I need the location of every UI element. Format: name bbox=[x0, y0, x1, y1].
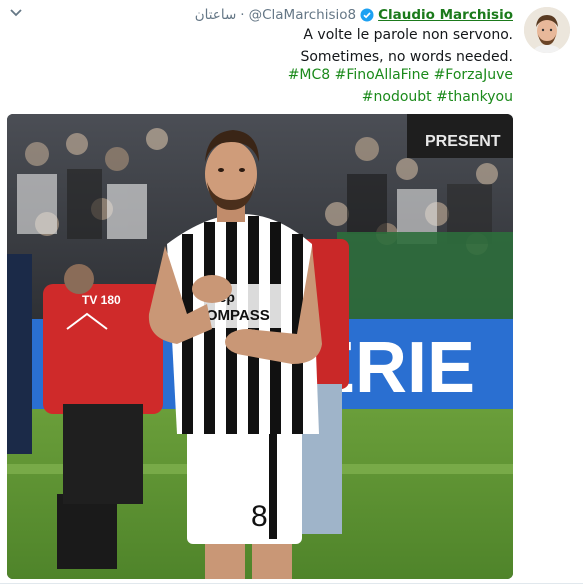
header-separator: · bbox=[240, 7, 245, 23]
chevron-down-icon[interactable] bbox=[8, 6, 24, 20]
shirt-number: 8 bbox=[251, 500, 268, 533]
verified-badge-icon bbox=[360, 8, 374, 22]
author-handle[interactable]: @ClaMarchisio8 bbox=[249, 7, 357, 23]
tweet-card[interactable]: ساعتان · @ClaMarchisio8 Claudio Marchisi… bbox=[0, 0, 583, 584]
tweet-header: ساعتان · @ClaMarchisio8 Claudio Marchisi… bbox=[195, 5, 513, 25]
hashtag-link[interactable]: #ForzaJuve bbox=[434, 67, 513, 83]
hashtag-link[interactable]: #nodoubt bbox=[362, 89, 432, 105]
hashtag-link[interactable]: #MC8 bbox=[288, 67, 331, 83]
author-name[interactable]: Claudio Marchisio bbox=[378, 7, 513, 23]
tweet-text-line: A volte le parole non servono. bbox=[303, 27, 513, 43]
tweet-timestamp[interactable]: ساعتان bbox=[195, 7, 237, 23]
avatar[interactable] bbox=[524, 7, 570, 53]
hashtag-link[interactable]: #FinoAllaFine bbox=[335, 67, 429, 83]
tweet-hashtags: #MC8 #FinoAllaFine #ForzaJuve #nodoubt #… bbox=[288, 64, 513, 108]
tweet-text: A volte le parole non servono. Sometimes… bbox=[300, 24, 513, 68]
background-banner-text: PRESENT bbox=[425, 133, 501, 150]
hashtag-link[interactable]: #thankyou bbox=[436, 89, 513, 105]
bib-text: TV 180 bbox=[82, 293, 121, 307]
tweet-photo[interactable]: PRESENT ERIE TV 180 8 COMPASS bbox=[7, 114, 513, 579]
